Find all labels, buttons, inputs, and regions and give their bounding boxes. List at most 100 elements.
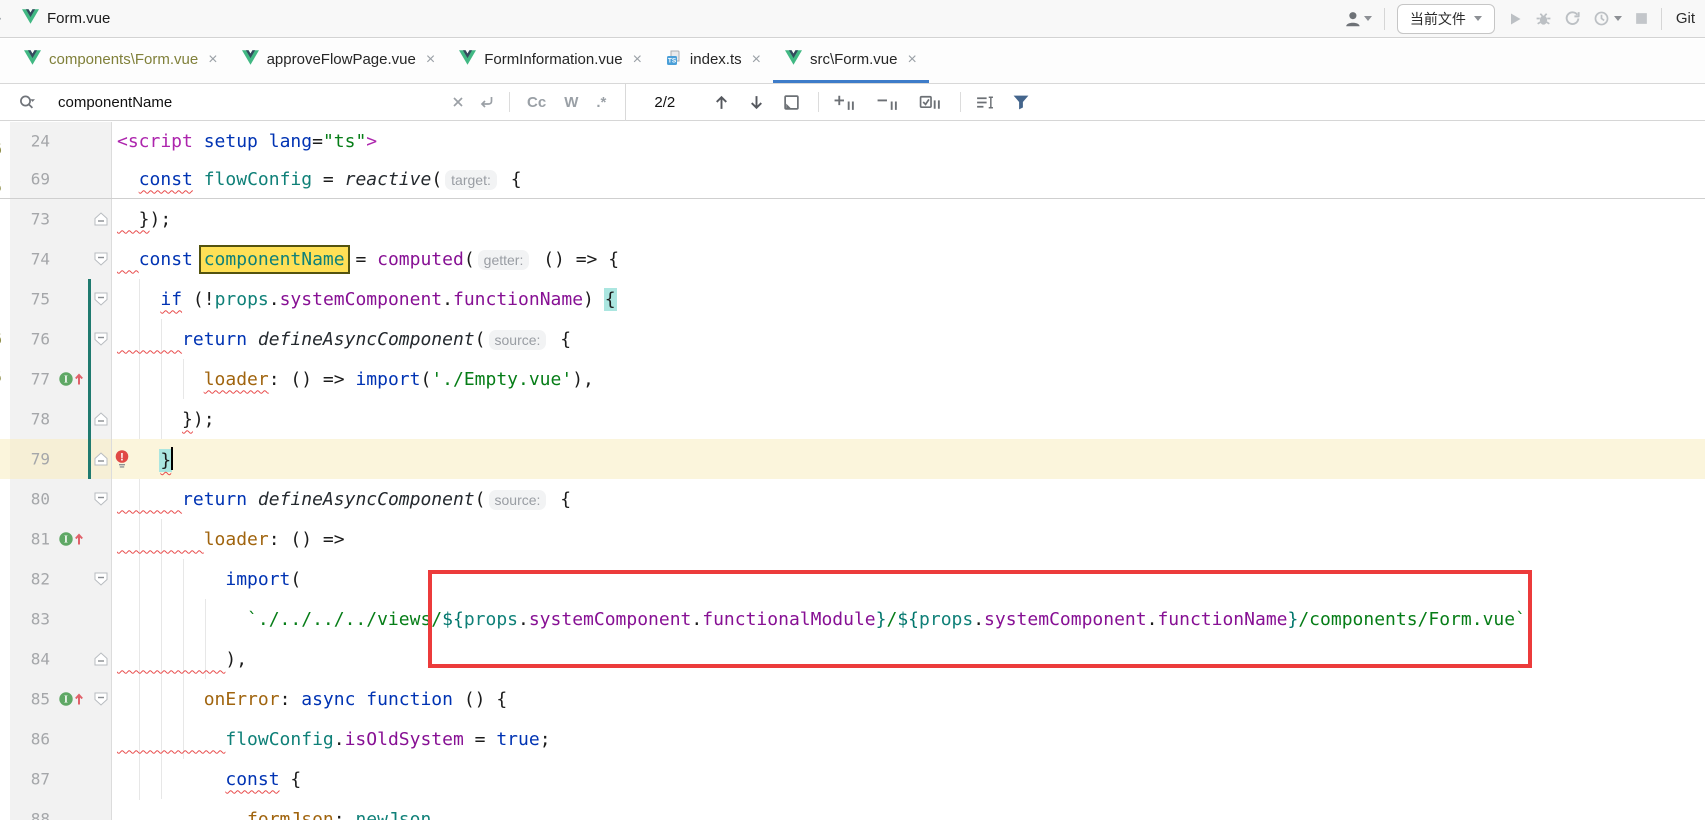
vcs-change-marker[interactable]	[88, 439, 91, 479]
tab-close-icon[interactable]: ×	[633, 52, 642, 68]
debug-button[interactable]	[1535, 10, 1552, 27]
code-line[interactable]: 82 import(	[0, 559, 1705, 599]
implementation-gutter-icon[interactable]: I	[58, 531, 85, 548]
search-input[interactable]	[56, 93, 444, 112]
code-line[interactable]: 76 return defineAsyncComponent(source: {	[0, 319, 1705, 359]
sticky-lines-panel: 24<script setup lang="ts">69 const flowC…	[0, 122, 1705, 199]
divider	[625, 84, 626, 121]
vcs-change-marker[interactable]	[88, 399, 91, 439]
divider	[960, 92, 961, 112]
code-line[interactable]: 80 return defineAsyncComponent(source: {	[0, 479, 1705, 519]
code-line[interactable]: 78 });	[0, 399, 1705, 439]
code-line-text: <script setup lang="ts">	[112, 131, 377, 152]
newline-icon[interactable]	[478, 94, 495, 110]
line-number: 74	[18, 250, 50, 269]
code-line[interactable]: 83 `./../../../views/${props.systemCompo…	[0, 599, 1705, 639]
editor-gutter: 81I	[10, 519, 112, 559]
code-line-text: import(	[112, 569, 301, 590]
line-number: 76	[18, 330, 50, 349]
tab-label: FormInformation.vue	[484, 51, 622, 68]
fold-end-icon[interactable]	[94, 412, 108, 426]
code-line-text: formJson: newJson,	[112, 809, 442, 820]
code-line-text: `./../../../views/${props.systemComponen…	[112, 609, 1526, 630]
fold-end-icon[interactable]	[94, 212, 108, 226]
line-number: 87	[18, 770, 50, 789]
editor-gutter: 83	[10, 599, 112, 639]
remove-occurrence-button[interactable]	[876, 94, 899, 111]
line-number: 88	[18, 810, 50, 820]
code-line[interactable]: 73 });	[0, 199, 1705, 239]
code-line[interactable]: 81I loader: () =>	[0, 519, 1705, 559]
coverage-button[interactable]	[1564, 10, 1581, 27]
chevron-down-icon	[1364, 16, 1372, 21]
code-line[interactable]: 88 formJson: newJson,	[0, 799, 1705, 820]
git-menu[interactable]: Git	[1674, 10, 1695, 27]
select-all-occurrences-button[interactable]	[919, 94, 942, 111]
regex-toggle[interactable]: .*	[596, 94, 606, 111]
run-button[interactable]	[1507, 11, 1523, 27]
profiler-button[interactable]	[1593, 10, 1622, 27]
code-line[interactable]: 84 ),	[0, 639, 1705, 679]
user-account-icon[interactable]	[1344, 10, 1372, 28]
vcs-change-marker[interactable]	[88, 279, 91, 319]
chevron-down-icon	[1474, 16, 1482, 21]
svg-text:I: I	[64, 695, 68, 706]
tab-close-icon[interactable]: ×	[907, 52, 916, 68]
code-line[interactable]: 75 if (!props.systemComponent.functionNa…	[0, 279, 1705, 319]
tab-close-icon[interactable]: ×	[208, 52, 217, 68]
stop-button[interactable]	[1634, 11, 1649, 26]
tab-close-icon[interactable]: ×	[752, 52, 761, 68]
editor-tab[interactable]: components\Form.vue×	[12, 39, 230, 83]
code-line-text: ),	[112, 649, 247, 670]
implementation-gutter-icon[interactable]: I	[58, 371, 85, 388]
search-icon[interactable]	[18, 94, 40, 111]
code-line[interactable]: 74 const componentName = computed(getter…	[0, 239, 1705, 279]
editor-tab[interactable]: TSindex.ts×	[654, 39, 773, 83]
code-line[interactable]: 77I loader: () => import('./Empty.vue'),	[0, 359, 1705, 399]
filter-icon[interactable]	[1012, 94, 1030, 111]
editor-tab[interactable]: FormInformation.vue ×	[447, 39, 654, 83]
fold-end-icon[interactable]	[94, 452, 108, 466]
inlay-hint: target:	[445, 170, 497, 190]
fold-start-icon[interactable]	[94, 252, 108, 266]
vue-file-icon	[459, 50, 476, 69]
clipped-edge-text: 5	[0, 178, 2, 196]
fold-start-icon[interactable]	[94, 292, 108, 306]
find-bar: Cc W .* 2/2	[0, 84, 1705, 121]
open-in-find-window-button[interactable]	[783, 94, 800, 111]
implementation-gutter-icon[interactable]: I	[58, 691, 85, 708]
code-line[interactable]: 24<script setup lang="ts">	[0, 122, 1705, 160]
vcs-change-marker[interactable]	[88, 319, 91, 359]
fold-end-icon[interactable]	[94, 652, 108, 666]
code-line[interactable]: 69 const flowConfig = reactive(target: {	[0, 160, 1705, 198]
add-occurrence-button[interactable]	[833, 94, 856, 111]
next-occurrence-button[interactable]	[748, 94, 765, 111]
clipped-edge-text: 6	[0, 330, 2, 348]
match-case-toggle[interactable]: Cc	[527, 94, 546, 111]
code-line-text: const flowConfig = reactive(target: {	[112, 169, 522, 190]
fold-start-icon[interactable]	[94, 572, 108, 586]
editor-tab[interactable]: src\Form.vue×	[773, 39, 929, 83]
code-line[interactable]: 85I onError: async function () {	[0, 679, 1705, 719]
code-line-text: loader: () =>	[112, 529, 345, 550]
tab-close-icon[interactable]: ×	[426, 52, 435, 68]
fold-start-icon[interactable]	[94, 332, 108, 346]
breadcrumb: ›	[0, 8, 2, 28]
vcs-change-marker[interactable]	[88, 359, 91, 399]
editor-tab[interactable]: approveFlowPage.vue×	[230, 39, 448, 83]
previous-occurrence-button[interactable]	[713, 94, 730, 111]
editor-gutter: 85I	[10, 679, 112, 719]
code-line[interactable]: 86 flowConfig.isOldSystem = true;	[0, 719, 1705, 759]
run-configuration-select[interactable]: 当前文件	[1397, 4, 1495, 34]
code-line[interactable]: 87 const {	[0, 759, 1705, 799]
code-line[interactable]: 79 }!	[0, 439, 1705, 479]
search-options-icon[interactable]	[975, 94, 994, 111]
error-intention-bulb-icon[interactable]: !	[114, 450, 130, 469]
clear-search-icon[interactable]	[450, 94, 466, 110]
run-configuration-label: 当前文件	[1410, 9, 1466, 29]
vue-file-icon	[785, 50, 802, 69]
editor-gutter: 86	[10, 719, 112, 759]
words-toggle[interactable]: W	[564, 94, 578, 111]
fold-start-icon[interactable]	[94, 492, 108, 506]
fold-start-icon[interactable]	[94, 692, 108, 706]
